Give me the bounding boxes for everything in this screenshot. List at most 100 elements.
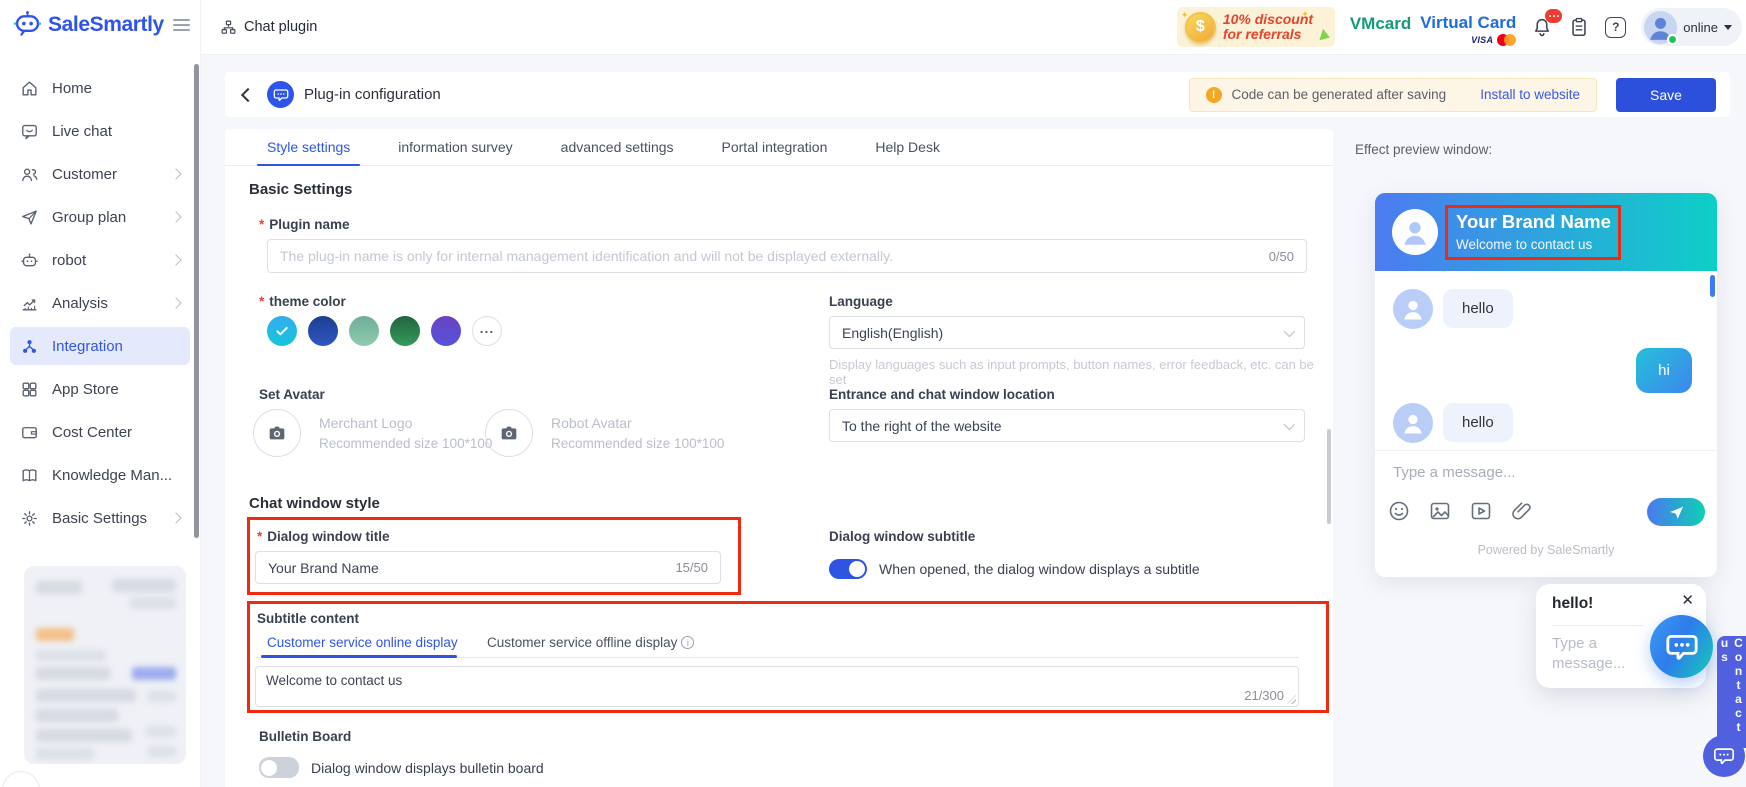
config-form-card: Style settings information survey advanc… <box>225 129 1333 787</box>
visitor-avatar <box>1393 289 1433 329</box>
collapse-button-partial <box>2 771 40 787</box>
clipboard-icon <box>1572 17 1587 37</box>
tab-online-display[interactable]: Customer service online display <box>267 635 458 650</box>
sidebar-item-live-chat[interactable]: Live chat <box>10 112 190 150</box>
tab-advanced-settings[interactable]: advanced settings <box>561 129 674 165</box>
chat-preview-window: Your Brand Name Welcome to contact us he… <box>1375 193 1717 577</box>
swatch-purple[interactable] <box>431 316 461 346</box>
sidebar-item-robot[interactable]: robot <box>10 241 190 279</box>
subtitle-content-value: Welcome to contact us <box>266 673 403 688</box>
blurred-info-panel <box>24 566 186 764</box>
home-icon <box>22 80 37 96</box>
tab-offline-display[interactable]: Customer service offline display i <box>487 635 695 650</box>
coin-icon: $ <box>1184 11 1216 43</box>
contact-us-chat-icon[interactable] <box>1703 735 1745 777</box>
visa-logo: VISA <box>1471 35 1494 45</box>
plugin-name-counter: 0/50 <box>1268 248 1294 264</box>
basic-settings-heading: Basic Settings <box>249 181 353 198</box>
image-icon[interactable] <box>1428 499 1452 523</box>
hamburger-menu-icon[interactable] <box>173 18 190 31</box>
sidebar-item-integration[interactable]: Integration <box>10 327 190 365</box>
paper-plane-icon <box>1669 506 1683 519</box>
promo-line2: for referrals <box>1222 26 1302 42</box>
subtitle-toggle-on[interactable] <box>829 559 867 579</box>
location-select[interactable]: To the right of the website <box>829 409 1305 442</box>
brand-logo[interactable]: SaleSmartly <box>0 0 200 39</box>
sidebar: SaleSmartly Home Live chat Customer Grou… <box>0 0 201 787</box>
app-window: SaleSmartly Home Live chat Customer Grou… <box>0 0 1746 787</box>
composer-toolbar <box>1387 499 1534 523</box>
install-to-website-link[interactable]: Install to website <box>1480 87 1580 102</box>
sidebar-item-group-plan[interactable]: Group plan <box>10 198 190 236</box>
bulletin-board-label: Bulletin Board <box>259 729 352 744</box>
bulletin-toggle-off[interactable] <box>259 757 299 778</box>
back-button[interactable] <box>240 87 256 102</box>
book-icon <box>22 468 37 481</box>
dialog-title-input[interactable] <box>268 559 666 576</box>
referral-promo-banner[interactable]: ✦ ✦ $ 10% discount for referrals <box>1176 7 1335 47</box>
plugin-name-field: 0/50 <box>267 239 1307 273</box>
swatch-navy[interactable] <box>308 316 338 346</box>
tab-information-survey[interactable]: information survey <box>398 129 512 165</box>
resize-handle[interactable] <box>1287 695 1296 704</box>
sidebar-item-app-store[interactable]: App Store <box>10 370 190 408</box>
page-header-title: Plug-in configuration <box>304 86 441 103</box>
swatch-green[interactable] <box>390 316 420 346</box>
send-button[interactable] <box>1647 498 1705 526</box>
sidebar-item-analysis[interactable]: Analysis <box>10 284 190 322</box>
popup-title: hello! <box>1552 595 1594 612</box>
status-label: online <box>1683 19 1718 35</box>
contact-us-tab[interactable]: Contact us <box>1717 636 1746 748</box>
tab-portal-integration[interactable]: Portal integration <box>722 129 828 165</box>
attachment-icon[interactable] <box>1510 499 1534 523</box>
visitor-avatar <box>1393 403 1433 443</box>
notifications-bell[interactable] <box>1531 9 1563 38</box>
sidebar-item-home[interactable]: Home <box>10 69 190 107</box>
sidebar-item-knowledge[interactable]: Knowledge Man... <box>10 456 190 494</box>
chat-launcher-button[interactable] <box>1650 615 1713 678</box>
tasks-clipboard[interactable] <box>1568 16 1590 38</box>
brand-avatar <box>1392 209 1438 255</box>
form-scrollbar[interactable] <box>1327 429 1331 524</box>
subtitle-content-textarea[interactable]: Welcome to contact us 21/300 <box>255 666 1299 707</box>
chat-scrollbar[interactable] <box>1710 275 1715 297</box>
save-button[interactable]: Save <box>1616 77 1716 112</box>
swatch-blue-selected[interactable] <box>267 316 297 346</box>
sidebar-scrollbar[interactable] <box>194 64 199 538</box>
language-helper: Display languages such as input prompts,… <box>829 357 1314 387</box>
robot-avatar-title: Robot Avatar <box>551 415 632 431</box>
virtual-card-logo: Virtual Card <box>1420 13 1517 32</box>
emoji-icon[interactable] <box>1387 499 1411 523</box>
vmcard-banner[interactable]: VMcard Virtual Card VISA <box>1350 8 1517 46</box>
subtitle-content-counter: 21/300 <box>1244 688 1284 703</box>
tab-style-settings[interactable]: Style settings <box>256 129 361 166</box>
help-icon[interactable]: ? <box>1605 16 1627 38</box>
sidebar-item-cost-center[interactable]: Cost Center <box>10 413 190 451</box>
sidebar-item-basic-settings[interactable]: Basic Settings <box>10 499 190 537</box>
close-icon[interactable]: ✕ <box>1681 591 1694 609</box>
merchant-logo-upload[interactable]: Merchant Logo Recommended size 100*100 <box>253 409 492 457</box>
more-colors-button[interactable]: ... <box>472 316 502 346</box>
alert-text: Code can be generated after saving <box>1231 87 1447 102</box>
user-avatar <box>1644 10 1679 45</box>
user-status-menu[interactable]: online <box>1641 8 1742 46</box>
plugin-name-input[interactable] <box>280 248 1259 264</box>
chevron-down-icon <box>1724 24 1732 30</box>
popup-divider <box>1552 625 1644 626</box>
message-input[interactable]: Type a message... <box>1393 464 1516 481</box>
theme-color-label: * theme color <box>259 294 346 309</box>
chevron-right-icon <box>170 168 182 180</box>
camera-icon <box>253 409 301 457</box>
chevron-down-icon <box>1283 325 1296 337</box>
robot-avatar-upload[interactable]: Robot Avatar Recommended size 100*100 <box>485 409 724 457</box>
language-select[interactable]: English(English) <box>829 316 1305 349</box>
swatch-sage[interactable] <box>349 316 379 346</box>
set-avatar-label: Set Avatar <box>259 387 325 402</box>
sidebar-item-customer[interactable]: Customer <box>10 155 190 193</box>
location-label: Entrance and chat window location <box>829 387 1055 402</box>
video-icon[interactable] <box>1469 499 1493 523</box>
integration-icon <box>23 339 36 353</box>
tab-help-desk[interactable]: Help Desk <box>875 129 940 165</box>
chat-bubble-icon <box>1714 748 1734 765</box>
popup-message-input[interactable]: Type a message... <box>1552 634 1634 674</box>
